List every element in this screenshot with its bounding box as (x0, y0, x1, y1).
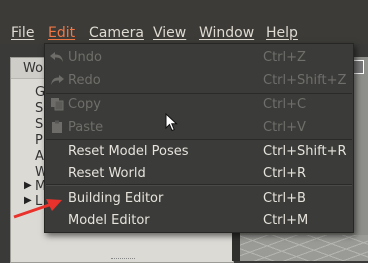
tree-item[interactable]: S (35, 101, 43, 116)
ground-grid (240, 235, 368, 261)
edit-menu-dropdown: Undo Ctrl+Z Redo Ctrl+Shift+Z Copy Ctrl+… (44, 43, 354, 233)
menu-item-reset-world[interactable]: Reset World Ctrl+R (45, 162, 353, 185)
menu-item-label: Reset World (68, 166, 146, 181)
undo-icon (49, 50, 65, 64)
menu-item-label: Model Editor (68, 213, 150, 228)
menu-item-model-editor[interactable]: Model Editor Ctrl+M (45, 209, 353, 232)
expand-arrow-icon[interactable]: ▶ (24, 180, 32, 191)
menu-view[interactable]: View (153, 25, 186, 41)
shortcut-label: Ctrl+C (263, 97, 307, 112)
menu-bar: File Edit Camera View Window Help (0, 0, 368, 44)
menu-item-label: Undo (68, 50, 102, 65)
menu-item-label: Reset Model Poses (68, 144, 189, 159)
copy-icon (49, 97, 65, 111)
paste-icon (49, 120, 65, 134)
shortcut-label: Ctrl+Shift+Z (263, 73, 347, 88)
menu-item-building-editor[interactable]: Building Editor Ctrl+B (45, 187, 353, 210)
menu-item-redo[interactable]: Redo Ctrl+Shift+Z (45, 69, 353, 92)
menu-camera[interactable]: Camera (89, 25, 144, 41)
menu-item-paste[interactable]: Paste Ctrl+V (45, 116, 353, 139)
shortcut-label: Ctrl+Shift+R (263, 144, 347, 159)
menu-item-undo[interactable]: Undo Ctrl+Z (45, 46, 353, 69)
shortcut-label: Ctrl+R (263, 166, 307, 181)
menu-item-copy[interactable]: Copy Ctrl+C (45, 93, 353, 116)
menu-separator-highlight (46, 185, 352, 186)
mouse-pointer-icon (165, 113, 178, 132)
shortcut-label: Ctrl+B (263, 191, 306, 206)
menu-file[interactable]: File (11, 25, 34, 41)
menu-item-label: Paste (68, 120, 104, 135)
menu-item-reset-model-poses[interactable]: Reset Model Poses Ctrl+Shift+R (45, 140, 353, 163)
menu-help[interactable]: Help (266, 25, 298, 41)
world-tab-label[interactable]: Wo (23, 61, 43, 76)
menu-item-label: Copy (68, 97, 101, 112)
shortcut-label: Ctrl+V (263, 120, 306, 135)
menu-item-label: Building Editor (68, 191, 164, 206)
menu-edit[interactable]: Edit (48, 25, 75, 41)
tree-item[interactable]: A (35, 149, 44, 164)
annotation-arrow-icon (13, 199, 62, 219)
redo-icon (49, 73, 65, 87)
menu-item-label: Redo (68, 73, 101, 88)
menu-window[interactable]: Window (199, 25, 254, 41)
tree-item[interactable]: S (35, 117, 43, 132)
tree-item[interactable]: P (35, 133, 43, 148)
shortcut-label: Ctrl+Z (263, 50, 306, 65)
shortcut-label: Ctrl+M (263, 213, 309, 228)
